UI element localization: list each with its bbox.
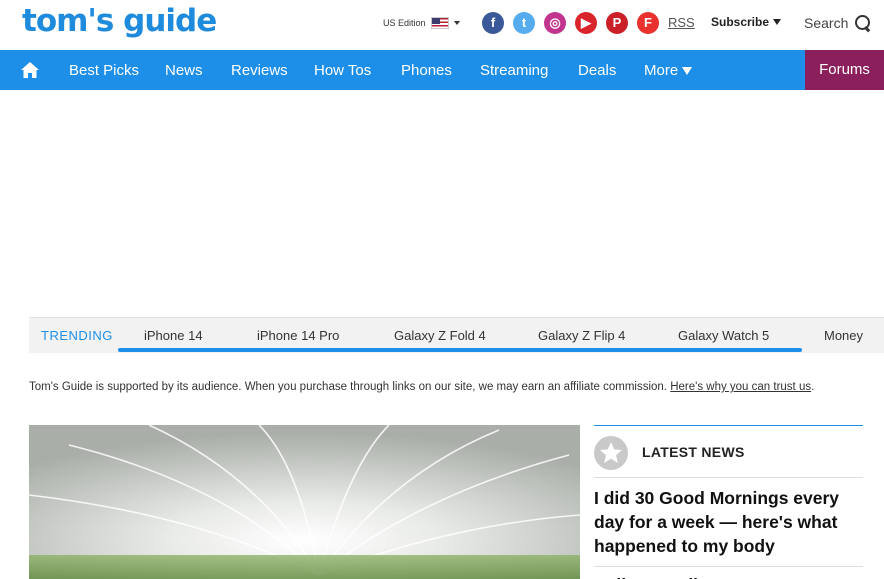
subscribe-button[interactable]: Subscribe <box>711 15 782 29</box>
news-headline-link[interactable]: Daily Quordle #203 — answers <box>594 567 863 579</box>
latest-news-title: LATEST NEWS <box>642 444 745 460</box>
nav-more-label: More <box>644 62 679 79</box>
forums-button[interactable]: Forums <box>805 50 884 90</box>
edition-label: US Edition <box>383 18 426 28</box>
disclaimer-text: Tom's Guide is supported by its audience… <box>29 381 671 393</box>
twitter-icon[interactable]: t <box>513 12 535 34</box>
chevron-down-icon <box>453 21 460 25</box>
site-header: tom's guide US Edition f t ◎ ▶ P F RSS S… <box>0 0 884 50</box>
site-logo[interactable]: tom's guide <box>22 3 217 39</box>
search-icon <box>854 14 872 32</box>
rss-link[interactable]: RSS <box>668 15 695 30</box>
star-icon <box>594 436 628 470</box>
nav-item-best-picks[interactable]: Best Picks <box>69 62 139 79</box>
affiliate-disclaimer: Tom's Guide is supported by its audience… <box>29 381 814 393</box>
trending-label: TRENDING <box>41 328 113 343</box>
trending-item[interactable]: Galaxy Z Fold 4 <box>394 328 486 343</box>
trending-scrollbar[interactable] <box>118 348 802 352</box>
search-label: Search <box>804 15 849 31</box>
pinterest-icon[interactable]: P <box>606 12 628 34</box>
subscribe-label: Subscribe <box>711 15 770 29</box>
nav-item-news[interactable]: News <box>165 62 203 79</box>
nav-item-reviews[interactable]: Reviews <box>231 62 288 79</box>
trending-item[interactable]: iPhone 14 <box>144 328 203 343</box>
edition-selector[interactable]: US Edition <box>383 17 460 29</box>
chevron-down-icon <box>773 19 782 25</box>
nav-item-how-tos[interactable]: How Tos <box>314 62 371 79</box>
latest-news-panel: LATEST NEWS I did 30 Good Mornings every… <box>594 425 863 579</box>
nav-item-phones[interactable]: Phones <box>401 62 452 79</box>
trending-item[interactable]: Galaxy Z Flip 4 <box>538 328 625 343</box>
news-headline-link[interactable]: I did 30 Good Mornings every day for a w… <box>594 478 863 567</box>
hero-image[interactable] <box>29 425 580 579</box>
nav-item-streaming[interactable]: Streaming <box>480 62 548 79</box>
trending-item[interactable]: Money <box>824 328 863 343</box>
ad-placeholder <box>0 90 884 316</box>
us-flag-icon <box>430 17 449 29</box>
trending-item[interactable]: iPhone 14 Pro <box>257 328 339 343</box>
trending-item[interactable]: Galaxy Watch 5 <box>678 328 769 343</box>
chevron-down-icon <box>682 67 693 76</box>
disclaimer-end: . <box>811 381 815 393</box>
search-button[interactable]: Search <box>804 14 872 32</box>
main-nav: Best Picks News Reviews How Tos Phones S… <box>0 50 884 90</box>
nav-item-deals[interactable]: Deals <box>578 62 616 79</box>
instagram-icon[interactable]: ◎ <box>544 12 566 34</box>
nav-item-more[interactable]: More <box>644 62 693 79</box>
home-icon[interactable] <box>20 60 40 80</box>
youtube-icon[interactable]: ▶ <box>575 12 597 34</box>
flipboard-icon[interactable]: F <box>637 12 659 34</box>
trust-link[interactable]: Here's why you can trust us <box>670 381 811 393</box>
latest-news-header: LATEST NEWS <box>594 426 863 478</box>
facebook-icon[interactable]: f <box>482 12 504 34</box>
trending-bar: TRENDING iPhone 14 iPhone 14 Pro Galaxy … <box>29 317 884 353</box>
